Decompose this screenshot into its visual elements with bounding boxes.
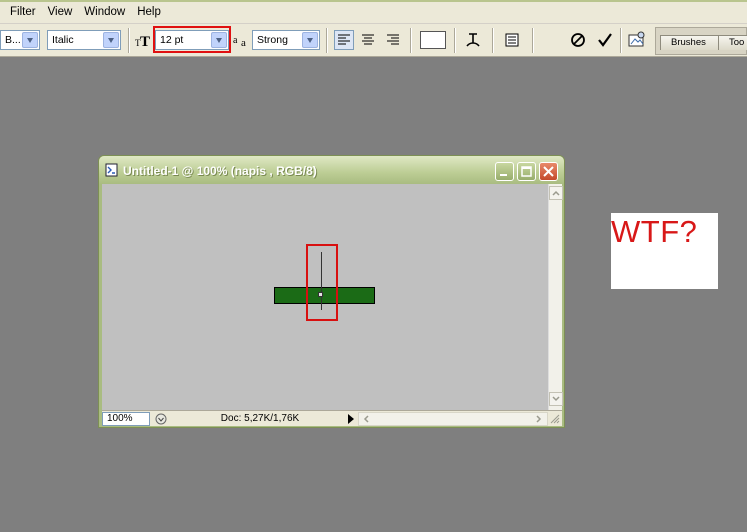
annotation-note: WTF? [611, 213, 718, 289]
scroll-right-icon[interactable] [533, 413, 545, 428]
separator [128, 28, 130, 53]
antialias-value: Strong [257, 34, 288, 46]
text-color-swatch[interactable] [420, 31, 446, 49]
close-button[interactable] [539, 162, 558, 181]
separator [326, 28, 328, 53]
align-left-icon[interactable] [334, 30, 354, 50]
resize-grip-icon[interactable] [550, 414, 560, 424]
palette-tab-brushes[interactable]: Brushes [660, 35, 722, 50]
font-style-value: Italic [52, 34, 74, 46]
maximize-icon [521, 166, 532, 177]
align-center-icon[interactable] [358, 30, 378, 50]
window-top-edge [0, 0, 747, 2]
chevron-up-icon [552, 190, 560, 196]
document-titlebar[interactable]: Untitled-1 @ 100% (napis , RGB/8) [99, 156, 564, 184]
font-size-highlight [153, 26, 231, 53]
font-family-select[interactable]: B... [0, 30, 40, 50]
vertical-scrollbar[interactable] [548, 184, 563, 410]
menu-filter[interactable]: Filter [4, 0, 42, 24]
warp-text-icon[interactable] [463, 30, 483, 50]
document-canvas[interactable] [102, 184, 548, 410]
document-size-info: Doc: 5,27K/1,76K [220, 413, 300, 424]
font-size-icon: TT [133, 30, 153, 50]
options-bar: B... Italic TT 12 pt aa Strong Brushes T… [0, 24, 747, 57]
menu-bar: Filter View Window Help [0, 0, 747, 24]
minimize-button[interactable] [495, 162, 514, 181]
separator [410, 28, 412, 53]
separator [532, 28, 534, 53]
cancel-icon[interactable] [568, 30, 588, 50]
scroll-left-icon[interactable] [360, 413, 372, 428]
cursor-highlight-box [306, 244, 338, 321]
svg-text:T: T [140, 34, 150, 49]
menu-view[interactable]: View [42, 0, 79, 24]
status-menu-arrow-icon[interactable] [346, 413, 356, 425]
photoshop-document-icon [105, 163, 119, 177]
horizontal-scrollbar[interactable] [358, 412, 548, 426]
separator [492, 28, 494, 53]
palette-tab-tools[interactable]: Too [718, 35, 747, 50]
document-window: Untitled-1 @ 100% (napis , RGB/8) 100% D… [98, 155, 565, 428]
antialias-icon: aa [232, 30, 252, 50]
character-palette-icon[interactable] [502, 30, 522, 50]
menu-window[interactable]: Window [78, 0, 131, 24]
chevron-down-icon[interactable] [22, 32, 38, 48]
antialias-select[interactable]: Strong [252, 30, 320, 50]
font-style-select[interactable]: Italic [47, 30, 121, 50]
menu-help[interactable]: Help [131, 0, 167, 24]
svg-text:a: a [233, 35, 238, 46]
file-browser-icon[interactable] [627, 30, 647, 50]
chevron-down-icon[interactable] [103, 32, 119, 48]
commit-icon[interactable] [595, 30, 615, 50]
font-family-value: B... [5, 34, 21, 46]
close-icon [543, 166, 554, 177]
align-right-icon[interactable] [383, 30, 403, 50]
chevron-down-icon[interactable] [302, 32, 318, 48]
zoom-menu-icon[interactable] [154, 412, 168, 426]
svg-text:a: a [241, 37, 246, 49]
separator [454, 28, 456, 53]
chevron-down-icon [552, 396, 560, 402]
maximize-button[interactable] [517, 162, 536, 181]
document-title: Untitled-1 @ 100% (napis , RGB/8) [123, 164, 317, 178]
zoom-field[interactable]: 100% [102, 412, 150, 426]
document-status-bar: 100% Doc: 5,27K/1,76K [102, 410, 562, 426]
scroll-down-button[interactable] [549, 392, 563, 406]
palette-well: Brushes Too [655, 27, 747, 55]
separator [620, 28, 622, 53]
minimize-icon [500, 174, 507, 176]
annotation-text: WTF? [611, 214, 698, 249]
scroll-up-button[interactable] [549, 186, 563, 200]
